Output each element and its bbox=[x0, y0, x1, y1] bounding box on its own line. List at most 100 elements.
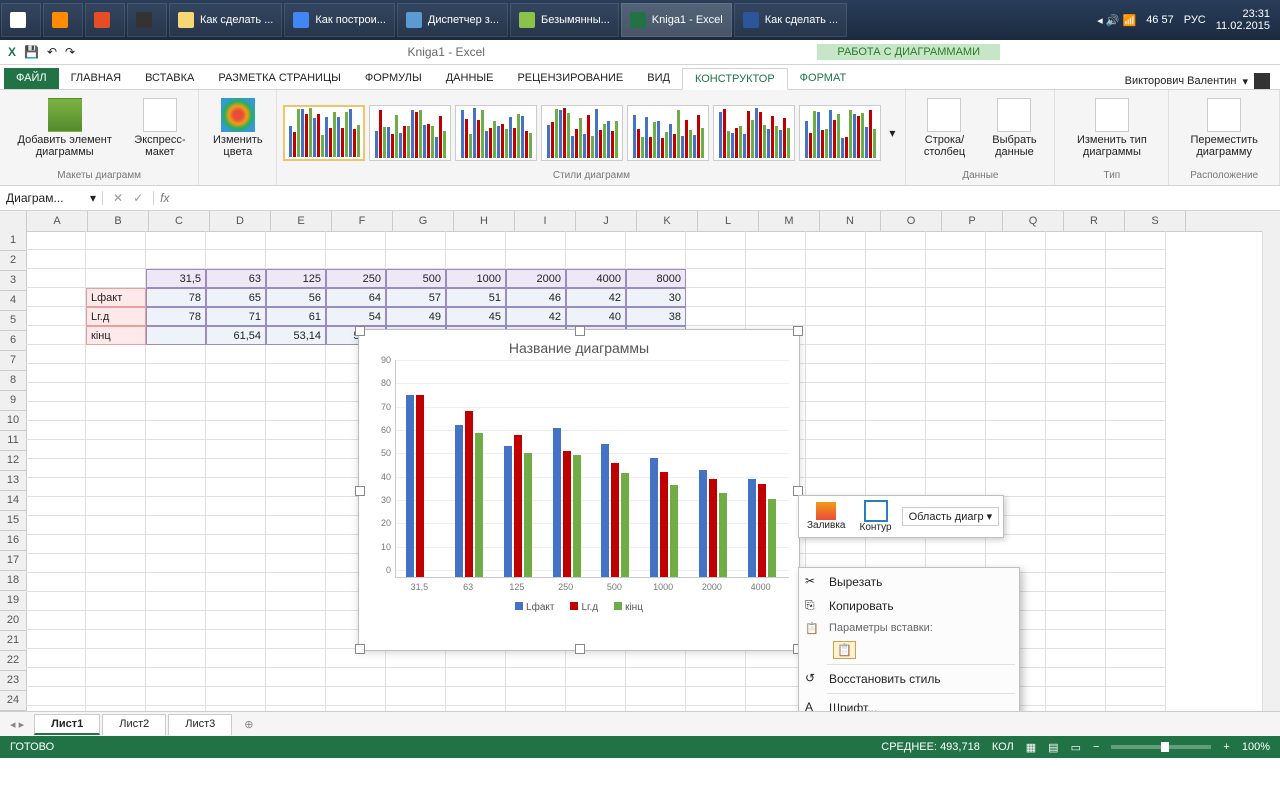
cell[interactable] bbox=[266, 364, 326, 383]
cell[interactable] bbox=[1046, 630, 1106, 649]
language-indicator[interactable]: РУС bbox=[1184, 14, 1206, 26]
cell[interactable] bbox=[1106, 440, 1166, 459]
cell[interactable]: 54 bbox=[326, 307, 386, 326]
cell[interactable] bbox=[926, 307, 986, 326]
sheet-tab[interactable]: Лист1 bbox=[34, 714, 100, 735]
cell[interactable] bbox=[206, 440, 266, 459]
zoom-in-icon[interactable]: + bbox=[1223, 741, 1229, 753]
cell[interactable] bbox=[1106, 231, 1166, 250]
cell[interactable] bbox=[86, 706, 146, 711]
cell[interactable] bbox=[1106, 649, 1166, 668]
cell[interactable] bbox=[326, 250, 386, 269]
cell[interactable] bbox=[206, 554, 266, 573]
view-layout-icon[interactable]: ▤ bbox=[1048, 741, 1058, 754]
column-header[interactable]: M bbox=[759, 211, 820, 231]
cell[interactable]: 51 bbox=[446, 288, 506, 307]
cell[interactable] bbox=[626, 231, 686, 250]
column-header[interactable]: N bbox=[820, 211, 881, 231]
fill-button[interactable]: Заливка bbox=[803, 502, 850, 531]
row-header[interactable]: 19 bbox=[0, 591, 26, 611]
cell[interactable] bbox=[386, 250, 446, 269]
cell[interactable] bbox=[266, 345, 326, 364]
cell[interactable] bbox=[266, 706, 326, 711]
cell[interactable] bbox=[26, 687, 86, 706]
cell[interactable]: 61 bbox=[266, 307, 326, 326]
cell[interactable] bbox=[86, 592, 146, 611]
cell[interactable] bbox=[926, 231, 986, 250]
cell[interactable] bbox=[986, 326, 1046, 345]
chart-style-thumb[interactable] bbox=[283, 105, 365, 161]
cell[interactable] bbox=[1046, 668, 1106, 687]
cell[interactable] bbox=[206, 497, 266, 516]
cell[interactable] bbox=[1106, 554, 1166, 573]
cell[interactable]: 30 bbox=[626, 288, 686, 307]
row-header[interactable]: 23 bbox=[0, 671, 26, 691]
cell[interactable] bbox=[506, 706, 566, 711]
cell[interactable] bbox=[686, 668, 746, 687]
cm-cut[interactable]: ✂Вырезать bbox=[799, 570, 1019, 594]
cell[interactable] bbox=[1106, 288, 1166, 307]
cell[interactable]: 8000 bbox=[626, 269, 686, 288]
enter-icon[interactable]: ✓ bbox=[133, 191, 143, 205]
taskbar-item[interactable] bbox=[43, 3, 83, 37]
row-header[interactable]: 14 bbox=[0, 491, 26, 511]
cell[interactable] bbox=[1046, 478, 1106, 497]
column-header[interactable]: C bbox=[149, 211, 210, 231]
cell[interactable] bbox=[146, 649, 206, 668]
cell[interactable] bbox=[446, 668, 506, 687]
cell[interactable]: 57 bbox=[386, 288, 446, 307]
save-icon[interactable]: 💾 bbox=[24, 45, 39, 59]
cell[interactable] bbox=[146, 668, 206, 687]
cell[interactable] bbox=[146, 516, 206, 535]
column-header[interactable]: K bbox=[637, 211, 698, 231]
zoom-level[interactable]: 100% bbox=[1242, 741, 1270, 753]
cell[interactable] bbox=[926, 288, 986, 307]
chart-style-thumb[interactable] bbox=[455, 105, 537, 161]
cell[interactable] bbox=[206, 706, 266, 711]
row-header[interactable]: 3 bbox=[0, 271, 26, 291]
taskbar-item[interactable]: Как сделать ... bbox=[169, 3, 282, 37]
cell[interactable] bbox=[266, 592, 326, 611]
cell[interactable] bbox=[686, 250, 746, 269]
cell[interactable]: 78 bbox=[146, 307, 206, 326]
cell[interactable] bbox=[86, 478, 146, 497]
cell[interactable] bbox=[86, 535, 146, 554]
cell[interactable] bbox=[26, 364, 86, 383]
row-header[interactable]: 2 bbox=[0, 251, 26, 271]
cell[interactable] bbox=[686, 687, 746, 706]
cell[interactable] bbox=[146, 573, 206, 592]
cell[interactable] bbox=[86, 497, 146, 516]
cell[interactable] bbox=[86, 250, 146, 269]
cell[interactable]: 65 bbox=[206, 288, 266, 307]
row-header[interactable]: 11 bbox=[0, 431, 26, 451]
cell[interactable] bbox=[26, 250, 86, 269]
chart-area-dropdown[interactable]: Область диагр ▾ bbox=[902, 507, 1000, 526]
cell[interactable] bbox=[1046, 421, 1106, 440]
row-header[interactable]: 21 bbox=[0, 631, 26, 651]
cell[interactable] bbox=[206, 630, 266, 649]
view-normal-icon[interactable]: ▦ bbox=[1026, 741, 1036, 754]
cell[interactable] bbox=[1046, 383, 1106, 402]
cell[interactable] bbox=[1046, 326, 1106, 345]
cell[interactable] bbox=[266, 250, 326, 269]
ribbon-tab[interactable]: ФАЙЛ bbox=[4, 68, 59, 89]
outline-button[interactable]: Контур bbox=[856, 500, 896, 533]
cell[interactable] bbox=[806, 269, 866, 288]
cm-reset-style[interactable]: ↺Восстановить стиль bbox=[799, 667, 1019, 691]
cell[interactable] bbox=[986, 307, 1046, 326]
cell[interactable] bbox=[1046, 402, 1106, 421]
cell[interactable] bbox=[266, 459, 326, 478]
cell[interactable] bbox=[86, 649, 146, 668]
cell[interactable] bbox=[206, 687, 266, 706]
cell[interactable] bbox=[86, 573, 146, 592]
cell[interactable] bbox=[926, 459, 986, 478]
column-header[interactable]: D bbox=[210, 211, 271, 231]
cell[interactable] bbox=[86, 402, 146, 421]
cell[interactable] bbox=[26, 326, 86, 345]
cell[interactable] bbox=[626, 687, 686, 706]
cell[interactable] bbox=[86, 383, 146, 402]
column-header[interactable]: O bbox=[881, 211, 942, 231]
cell[interactable] bbox=[26, 440, 86, 459]
cell[interactable] bbox=[266, 440, 326, 459]
cell[interactable] bbox=[266, 611, 326, 630]
